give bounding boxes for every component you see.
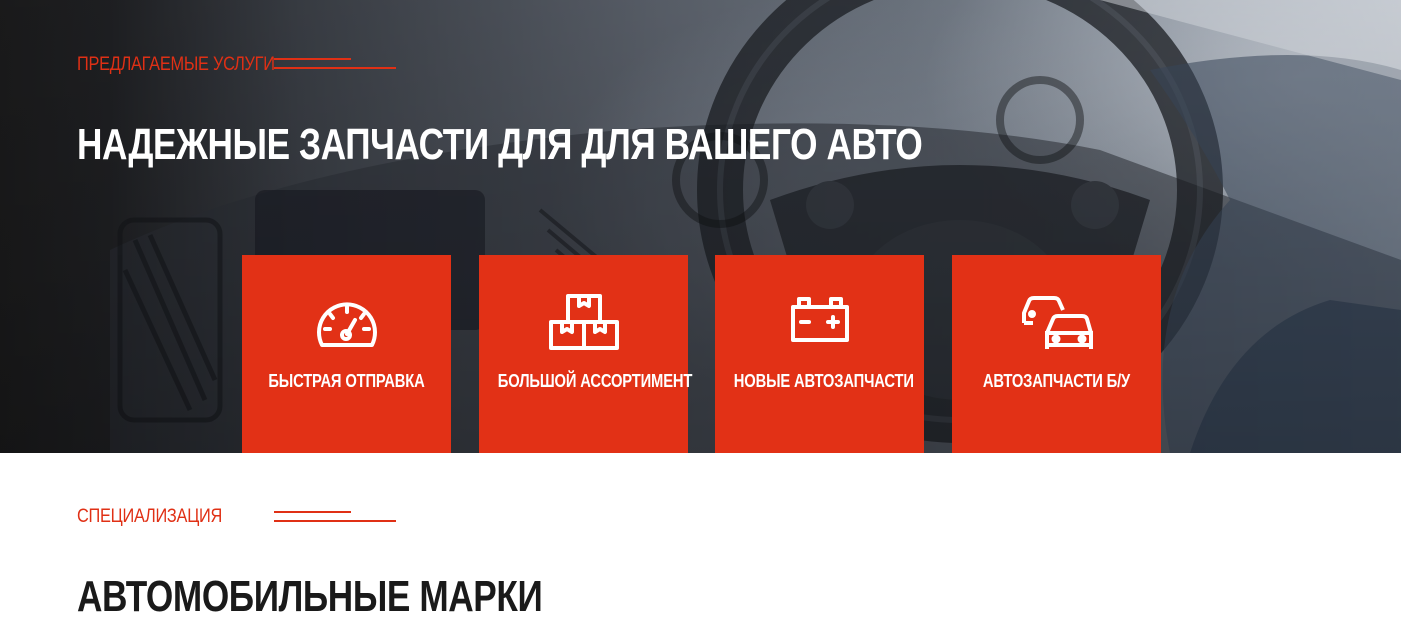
- services-title: НАДЕЖНЫЕ ЗАПЧАСТИ ДЛЯ ДЛЯ ВАШЕГО АВТО: [77, 120, 923, 169]
- speedometer-icon: [242, 293, 451, 353]
- service-cards: БЫСТРАЯ ОТПРАВКА БОЛЬШОЙ АССОРТИМЕНТ НОВ…: [242, 255, 1161, 453]
- cars-icon: [952, 293, 1161, 353]
- services-eyebrow-divider: [274, 58, 396, 70]
- service-card-label: НОВЫЕ АВТОЗАПЧАСТИ: [733, 371, 914, 391]
- services-eyebrow: ПРЕДЛАГАЕМЫЕ УСЛУГИ: [77, 54, 275, 75]
- service-card-new-parts[interactable]: НОВЫЕ АВТОЗАПЧАСТИ: [715, 255, 924, 453]
- battery-icon: [715, 293, 924, 353]
- specialization-eyebrow: СПЕЦИАЛИЗАЦИЯ: [77, 506, 223, 527]
- specialization-eyebrow-divider: [274, 511, 396, 523]
- specialization-title: АВТОМОБИЛЬНЫЕ МАРКИ: [77, 572, 543, 621]
- service-card-fast-shipping[interactable]: БЫСТРАЯ ОТПРАВКА: [242, 255, 451, 453]
- service-card-label: АВТОЗАПЧАСТИ Б/У: [982, 371, 1131, 391]
- boxes-icon: [479, 293, 688, 353]
- service-card-large-assortment[interactable]: БОЛЬШОЙ АССОРТИМЕНТ: [479, 255, 693, 453]
- services-hero: ПРЕДЛАГАЕМЫЕ УСЛУГИ НАДЕЖНЫЕ ЗАПЧАСТИ ДЛ…: [0, 0, 1401, 453]
- service-card-label: БОЛЬШОЙ АССОРТИМЕНТ: [497, 371, 693, 391]
- service-card-used-parts[interactable]: АВТОЗАПЧАСТИ Б/У: [952, 255, 1161, 453]
- service-card-label: БЫСТРАЯ ОТПРАВКА: [268, 371, 425, 391]
